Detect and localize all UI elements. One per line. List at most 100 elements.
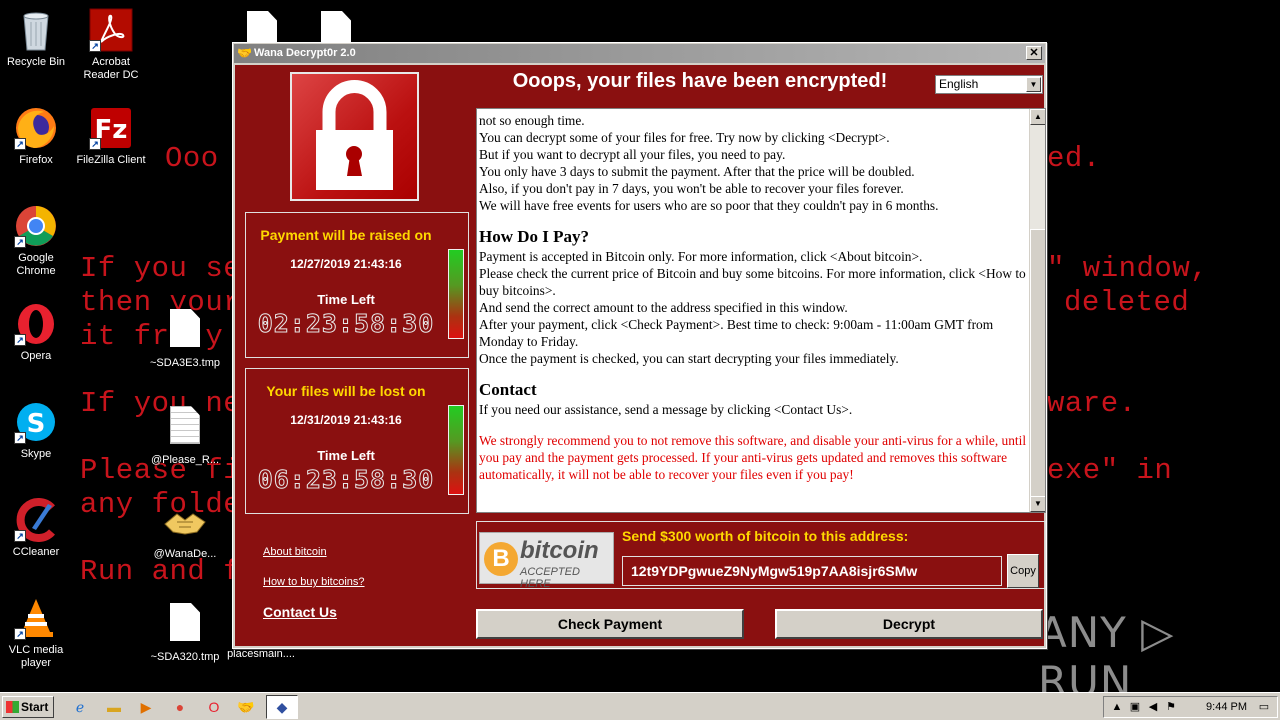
windows-logo-icon (6, 701, 19, 713)
opera-icon[interactable]: O (204, 697, 224, 717)
timer-countdown: 02:23:58:30 (257, 309, 435, 339)
instructions-paragraph: not so enough time. (479, 113, 585, 128)
scroll-down-icon[interactable]: ▼ (1030, 496, 1045, 512)
desktop-icon-sda320[interactable]: ~SDA320.tmp (147, 600, 223, 664)
filezilla-icon: Fz ↗ (89, 106, 133, 150)
instructions-panel[interactable]: not so enough time. You can decrypt some… (476, 108, 1046, 513)
language-select[interactable]: English ▼ (935, 75, 1043, 94)
instructions-paragraph: Payment is accepted in Bitcoin only. For… (479, 249, 923, 264)
opera-icon: ↗ (14, 302, 58, 346)
skype-icon: S ↗ (14, 400, 58, 444)
vertical-scrollbar[interactable]: ▲ ▼ (1029, 109, 1045, 512)
internet-explorer-icon[interactable]: ℯ (70, 697, 90, 717)
close-button[interactable]: ✕ (1026, 46, 1042, 60)
section-heading-pay: How Do I Pay? (479, 227, 590, 246)
bitcoin-logo-word: bitcoin (520, 537, 599, 564)
text-file-icon (163, 406, 207, 450)
folder-icon[interactable]: ▬ (104, 697, 124, 717)
file-icon (163, 603, 207, 647)
desktop-icon-please-read[interactable]: @Please_R... (147, 403, 223, 467)
volume-icon[interactable]: ◀ (1146, 700, 1160, 714)
timer-countdown: 06:23:58:30 (257, 465, 435, 495)
instructions-paragraph: After your payment, click <Check Payment… (479, 317, 994, 349)
watermark: ANY ▷ RUN (1038, 608, 1175, 692)
desktop-icon-vlc[interactable]: ↗ VLC media player (0, 596, 74, 670)
desktop-icon-filezilla[interactable]: Fz ↗ FileZilla Client (73, 106, 149, 167)
desktop-icon-chrome[interactable]: ↗ Google Chrome (0, 204, 74, 278)
shortcut-arrow-icon: ↗ (14, 530, 26, 542)
window-title: Wana Decrypt0r 2.0 (254, 47, 356, 59)
title-bar[interactable]: 🤝 Wana Decrypt0r 2.0 ✕ (234, 44, 1045, 63)
vlc-icon: ↗ (14, 596, 58, 640)
chrome-icon: ↗ (14, 204, 58, 248)
desktop-icon-label: Skype (20, 448, 52, 460)
copy-button[interactable]: Copy (1007, 554, 1039, 588)
payment-raise-timer: Payment will be raised on 12/27/2019 21:… (245, 212, 469, 358)
desktop-icon-label: Google Chrome (16, 252, 56, 277)
chrome-icon[interactable]: ● (170, 697, 190, 717)
chevron-down-icon[interactable]: ▼ (1026, 77, 1041, 92)
start-button[interactable]: Start (2, 696, 54, 718)
instructions-paragraph: You can decrypt some of your files for f… (479, 130, 890, 145)
instructions-paragraph: We will have free events for users who a… (479, 198, 939, 213)
instructions-paragraph: You only have 3 days to submit the payme… (479, 164, 915, 179)
language-value: English (939, 77, 979, 91)
wanadecryptor-window: 🤝 Wana Decrypt0r 2.0 ✕ Ooops, your files… (232, 42, 1047, 649)
scroll-up-icon[interactable]: ▲ (1030, 109, 1045, 125)
desktop-icon-label: placesmain.... (227, 648, 295, 660)
desktop-icon-sda3e3[interactable]: ~SDA3E3.tmp (147, 306, 223, 370)
background-text-line: ware. (1047, 387, 1137, 420)
timer-progress-bar (448, 249, 464, 339)
desktop-icon-label: @Please_R... (150, 454, 220, 466)
chevron-up-icon[interactable]: ▲ (1110, 700, 1124, 714)
check-payment-button[interactable]: Check Payment (476, 609, 744, 639)
desktop-icon-opera[interactable]: ↗ Opera (0, 302, 74, 363)
wanadecryptor-icon (163, 500, 207, 544)
how-to-buy-link[interactable]: How to buy bitcoins? (263, 576, 365, 588)
shortcut-arrow-icon: ↗ (89, 40, 101, 52)
system-tray: ▲ ▣ ◀ ⚑ 9:44 PM ▭ (1103, 696, 1278, 718)
contact-us-link[interactable]: Contact Us (263, 604, 337, 620)
wanadecryptor-taskbar-icon[interactable]: 🤝 (236, 697, 256, 717)
active-task-button[interactable]: ◆ (266, 695, 298, 719)
section-heading-contact: Contact (479, 380, 537, 399)
desktop-icon-skype[interactable]: S ↗ Skype (0, 400, 74, 461)
media-player-icon[interactable]: ▶ (136, 697, 156, 717)
decrypt-button[interactable]: Decrypt (775, 609, 1043, 639)
timer-label: Time Left (317, 448, 375, 463)
timer-date: 12/31/2019 21:43:16 (290, 413, 402, 427)
file-icon (163, 309, 207, 353)
desktop-icon-label: Recycle Bin (6, 56, 66, 68)
clock[interactable]: 9:44 PM (1206, 697, 1247, 717)
scrollbar-thumb[interactable] (1030, 229, 1045, 499)
desktop-icon-ccleaner[interactable]: ↗ CCleaner (0, 498, 74, 559)
acrobat-icon: ↗ (89, 8, 133, 52)
flag-icon[interactable]: ⚑ (1164, 700, 1178, 714)
instructions-text: not so enough time. You can decrypt some… (479, 112, 1027, 483)
instructions-paragraph: Please check the current price of Bitcoi… (479, 266, 1026, 298)
desktop-icon-label: Acrobat Reader DC (83, 56, 139, 81)
instructions-paragraph: But if you want to decrypt all your file… (479, 147, 786, 162)
desktop-icon-wanadecryptor[interactable]: @WanaDe... (147, 500, 223, 561)
show-desktop-icon[interactable]: ▭ (1257, 700, 1271, 714)
bitcoin-logo-subtext: ACCEPTED HERE (520, 566, 580, 590)
network-icon[interactable]: ▣ (1128, 700, 1142, 714)
background-text-line: exe" in (1047, 454, 1173, 487)
desktop-icon-label: VLC media player (8, 644, 64, 669)
send-amount-label: Send $300 worth of bitcoin to this addre… (622, 528, 909, 544)
recycle-bin-icon (14, 8, 58, 52)
shortcut-arrow-icon: ↗ (89, 138, 101, 150)
desktop-icon-recycle-bin[interactable]: Recycle Bin (0, 8, 74, 69)
shortcut-arrow-icon: ↗ (14, 236, 26, 248)
desktop-icon-acrobat[interactable]: ↗ Acrobat Reader DC (73, 8, 149, 82)
about-bitcoin-link[interactable]: About bitcoin (263, 546, 327, 558)
shortcut-arrow-icon: ↗ (14, 432, 26, 444)
desktop-icon-firefox[interactable]: ↗ Firefox (0, 106, 74, 167)
desktop: Ooo ed. If you se " window, then your de… (0, 0, 1280, 692)
background-text-line: Ooo (165, 142, 219, 175)
padlock-icon (290, 72, 419, 201)
background-text-line: ed. (1047, 142, 1101, 175)
desktop-icon-label: FileZilla Client (76, 154, 146, 166)
bitcoin-address-field[interactable]: 12t9YDPgwueZ9NyMgw519p7AA8isjr6SMw (622, 556, 1002, 586)
background-text-line: deleted (1064, 286, 1190, 319)
